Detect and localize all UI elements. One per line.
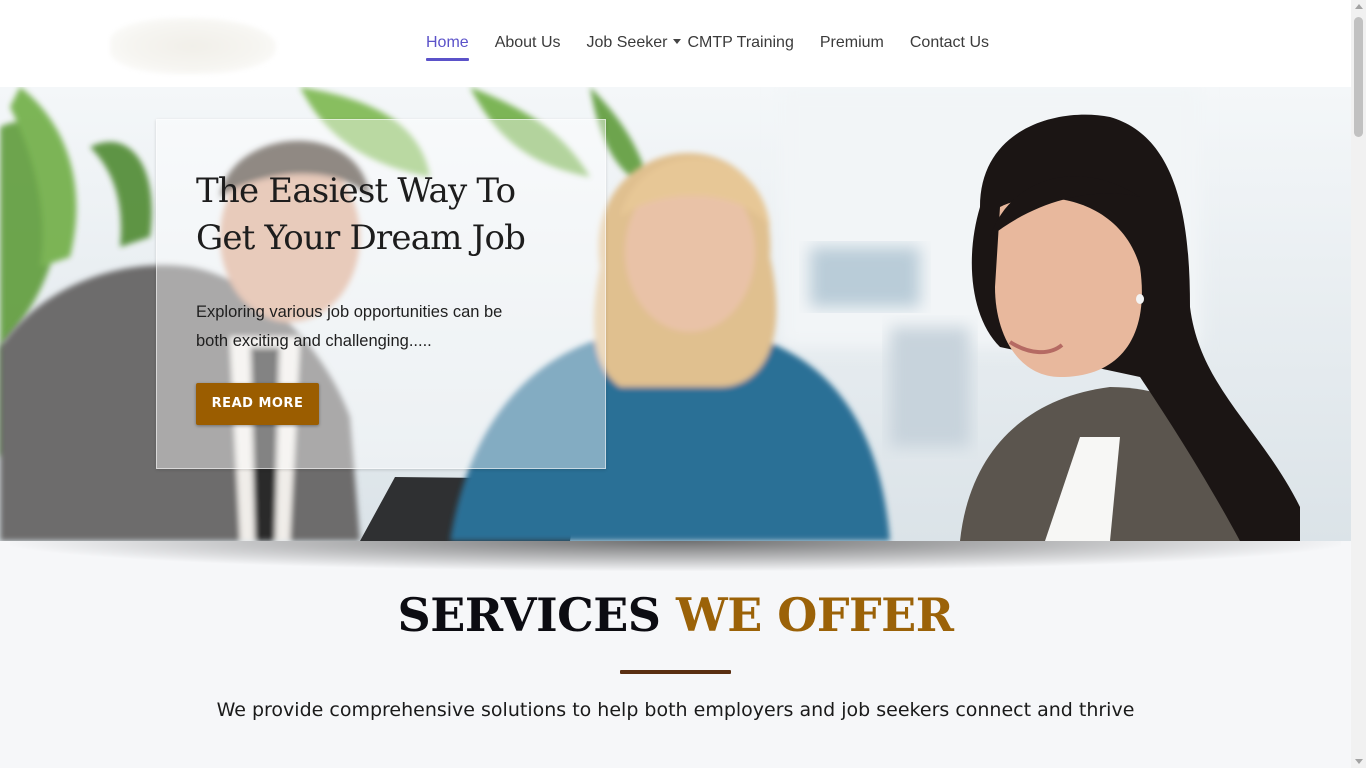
hero-title: The Easiest Way To Get Your Dream Job: [196, 168, 576, 262]
nav-cmtp-training-label: CMTP Training: [687, 34, 794, 51]
logo-image: [110, 18, 276, 74]
nav-contact-us-label: Contact Us: [909, 34, 989, 51]
hero-shadow: [10, 541, 1341, 571]
hero-description-line2: both exciting and challenging.....: [196, 332, 432, 350]
services-title-dark: SERVICES: [397, 588, 661, 642]
nav-about-us-label: About Us: [494, 34, 561, 51]
scroll-up-arrow-icon[interactable]: [1355, 4, 1363, 9]
caret-down-icon: [673, 39, 682, 45]
services-title: SERVICES WE OFFER: [0, 587, 1351, 643]
nav-home-label: Home: [426, 34, 469, 51]
site-header: Home About Us Job Seeker CMTP Training P…: [0, 0, 1351, 87]
hero-title-line2: Get Your Dream Job: [196, 218, 526, 258]
nav-home[interactable]: Home: [426, 32, 469, 62]
main-nav: Home About Us Job Seeker CMTP Training P…: [426, 32, 989, 62]
services-title-accent: WE OFFER: [676, 588, 954, 642]
scroll-down-arrow-icon[interactable]: [1355, 759, 1363, 764]
scrollbar-thumb[interactable]: [1354, 17, 1363, 137]
nav-job-seeker[interactable]: Job Seeker: [587, 32, 682, 62]
services-subtitle: We provide comprehensive solutions to he…: [216, 699, 1135, 721]
nav-premium-label: Premium: [819, 34, 884, 51]
hero-description: Exploring various job opportunities can …: [196, 298, 556, 356]
nav-premium[interactable]: Premium: [820, 32, 884, 62]
hero-card: The Easiest Way To Get Your Dream Job Ex…: [156, 119, 606, 469]
nav-contact-us[interactable]: Contact Us: [910, 32, 989, 62]
nav-about-us[interactable]: About Us: [495, 32, 561, 62]
nav-job-seeker-label: Job Seeker: [586, 34, 668, 51]
services-section: SERVICES WE OFFER We provide comprehensi…: [0, 571, 1351, 768]
hero-description-line1: Exploring various job opportunities can …: [196, 303, 503, 321]
nav-cmtp-training[interactable]: CMTP Training: [687, 32, 793, 62]
page-scrollbar[interactable]: [1351, 0, 1366, 768]
hero-title-line1: The Easiest Way To: [196, 171, 516, 211]
read-more-button[interactable]: READ MORE: [196, 383, 319, 425]
site-logo[interactable]: [104, 6, 280, 88]
section-divider: [620, 670, 731, 674]
